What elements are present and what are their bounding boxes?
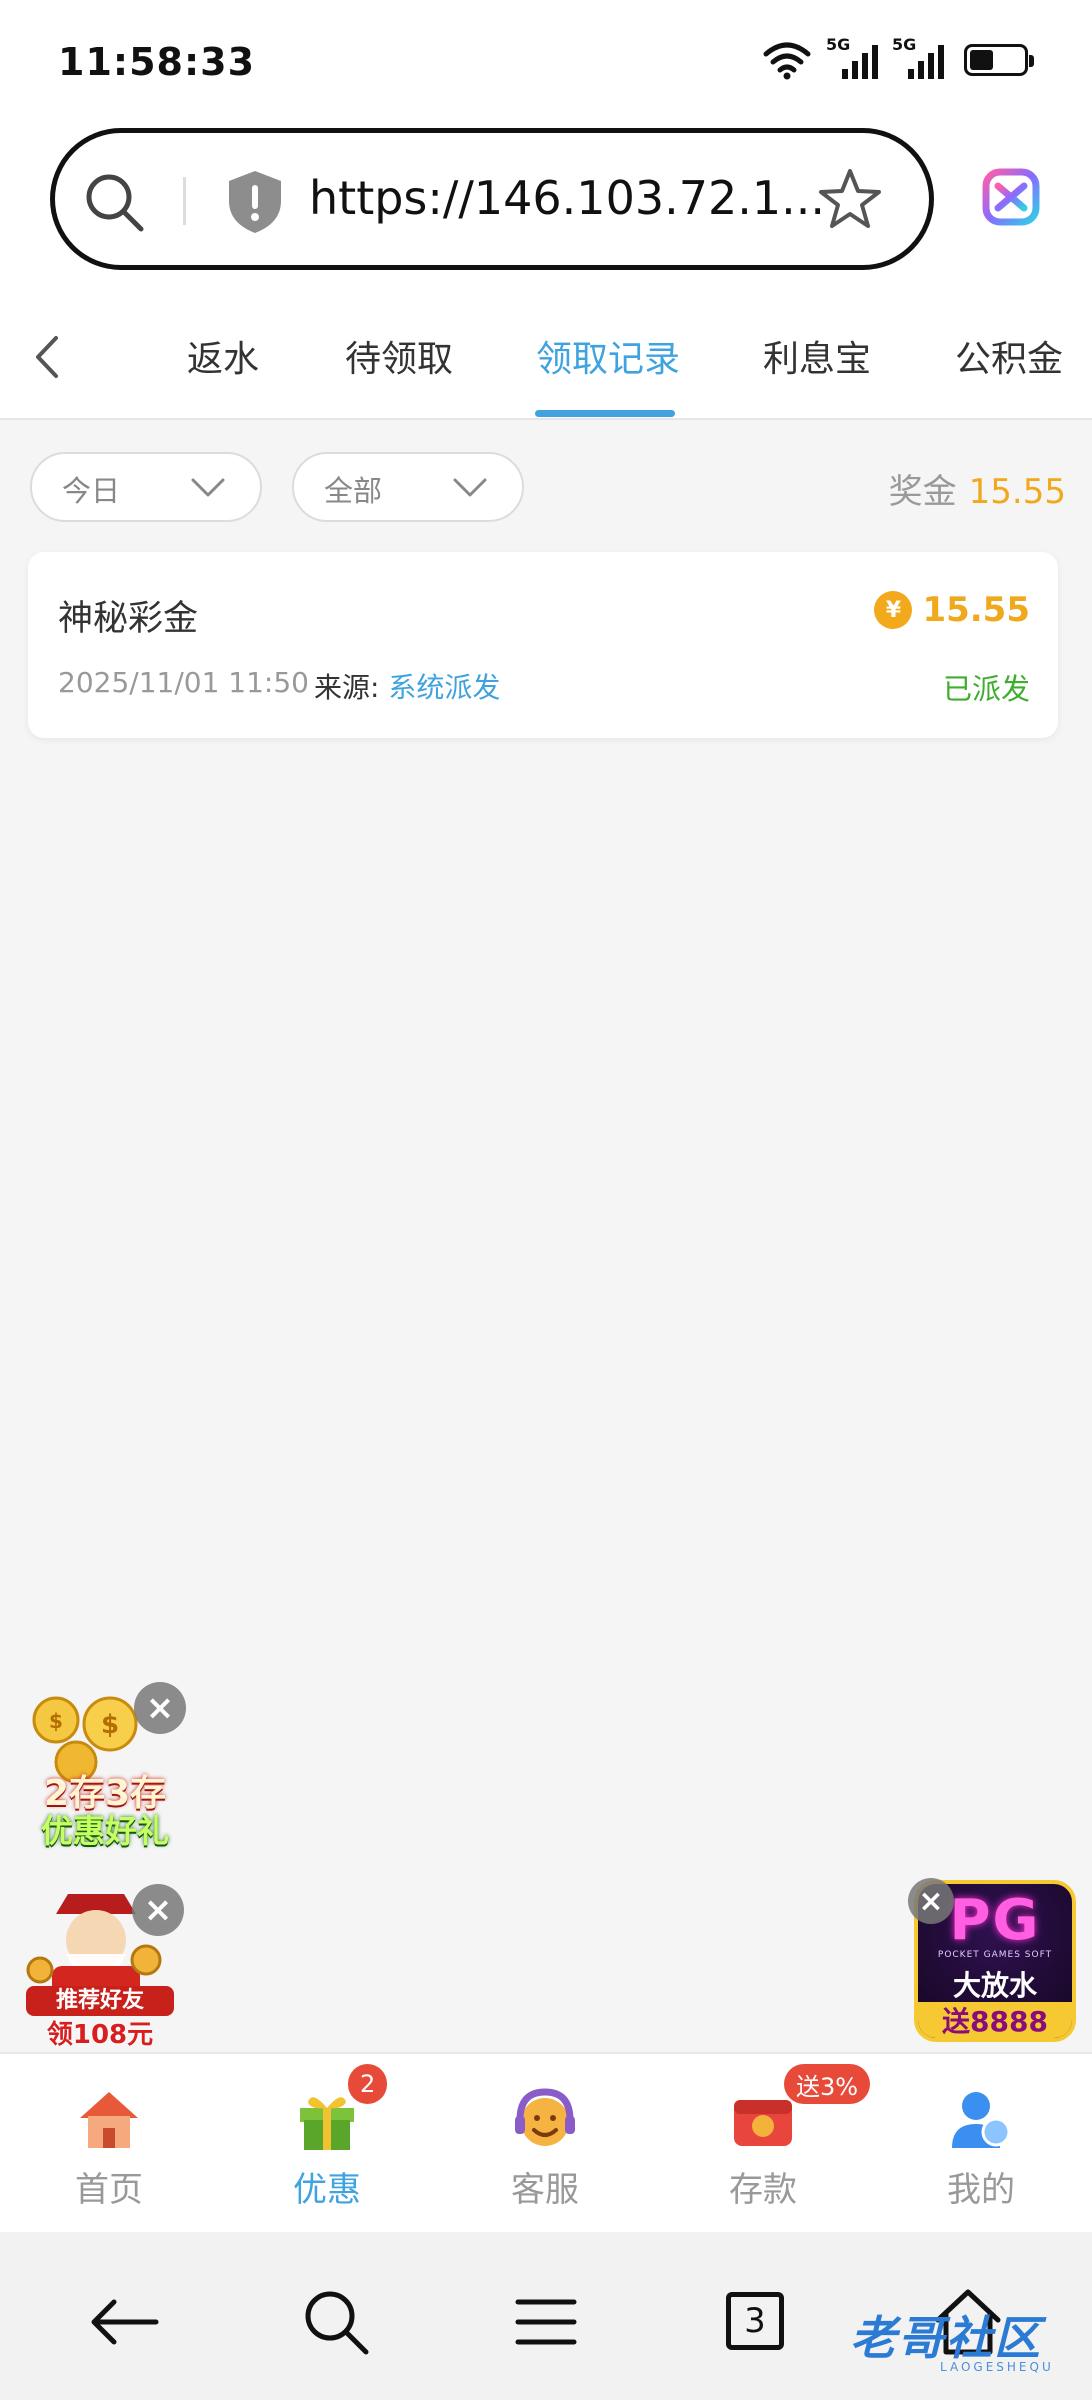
support-icon [515,2088,575,2146]
status-bar: 11:58:33 5G 5G [0,0,1092,120]
promo1-line2: 优惠好礼 [40,1812,169,1850]
address-bar[interactable]: https://146.103.72.1... [50,128,934,270]
chevron-down-icon [191,478,225,497]
record-source: 来源: 系统派发 [314,666,500,706]
record-source-value: 系统派发 [388,671,501,704]
record-status: 已派发 [942,672,1030,706]
promotions-badge: 2 [348,2064,388,2104]
promo1-close-button[interactable]: × [134,1682,186,1734]
pg-small-text: POCKET GAMES SOFT [937,1950,1053,1960]
bottom-nav: 首页 2 优惠 客服 送3% 存款 我的 [0,2052,1092,2232]
nav-home[interactable]: 首页 [0,2054,218,2234]
watermark-subtext: LAOGESHEQU [940,2360,1054,2374]
nav-home-label: 首页 [75,2170,143,2210]
browser-logo-icon[interactable] [980,166,1042,228]
browser-toolbar: https://146.103.72.1... [0,120,1092,290]
pg-line2: 送8888 [918,2002,1072,2038]
bonus-total: 奖金 15.55 [889,464,1066,513]
pg-line1: 大放水 [952,1969,1037,2002]
bonus-total-value: 15.55 [968,472,1066,512]
date-filter-value: 今日 [62,474,121,508]
status-icons: 5G 5G [762,35,1034,80]
tab-interest[interactable]: 利息宝 [763,330,871,382]
deposit-badge: 送3% [784,2064,871,2104]
referral-promo-float[interactable]: 推荐好友 领108元 × [16,1874,184,2050]
type-filter-dropdown[interactable]: 全部 [292,452,524,522]
record-date: 2025/11/01 11:50 [58,666,309,699]
shield-icon[interactable] [225,169,285,235]
watermark-text: 老哥社区 [850,2311,1042,2365]
address-divider [183,177,186,225]
back-chevron-icon[interactable] [28,332,68,382]
record-card[interactable]: 神秘彩金 ¥ 15.55 2025/11/01 11:50 来源: 系统派发 已… [28,552,1058,738]
system-nav-bar: 3 老哥社区 LAOGESHEQU [0,2232,1092,2400]
bonus-total-label: 奖金 [888,472,957,512]
active-tab-indicator [535,410,675,417]
record-title: 神秘彩金 [58,599,199,639]
url-text[interactable]: https://146.103.72.1... [309,171,825,225]
tab-count: 3 [726,2292,784,2350]
promo2-close-button[interactable]: × [132,1884,184,1936]
promo2-line1: 推荐好友 [26,1986,174,2016]
record-source-label: 来源: [314,671,380,704]
nav-promotions-label: 优惠 [293,2170,361,2210]
battery-icon [964,44,1034,76]
coin-icon: ¥ [874,591,913,629]
user-icon [952,2092,1011,2148]
promo2-line2: 领108元 [46,2020,154,2050]
signal-2-icon: 5G [892,35,944,79]
tab-pending[interactable]: 待领取 [345,330,453,382]
record-amount-value: 15.55 [922,590,1030,630]
star-icon[interactable] [817,167,883,233]
status-time: 11:58:33 [58,40,256,84]
nav-support[interactable]: 客服 [436,2054,654,2234]
signal-1-icon: 5G [826,35,878,79]
date-filter-dropdown[interactable]: 今日 [30,452,262,522]
svg-text:$: $ [101,1710,119,1740]
search-icon[interactable] [83,171,147,235]
search-icon[interactable] [296,2282,376,2362]
nav-deposit-label: 存款 [729,2170,797,2210]
tab-claim-records[interactable]: 领取记录 [536,330,680,382]
tabs-button[interactable]: 3 [716,2282,796,2362]
tab-bar: 返水 待领取 领取记录 利息宝 公积金 [0,290,1092,420]
pg-promo-close-button[interactable]: × [908,1878,954,1924]
nav-profile[interactable]: 我的 [872,2054,1090,2234]
nav-support-label: 客服 [511,2170,579,2210]
menu-icon[interactable] [506,2282,586,2362]
nav-promotions[interactable]: 2 优惠 [218,2054,436,2234]
wifi-icon [763,42,811,80]
record-amount: ¥ 15.55 [874,590,1030,630]
svg-text:$: $ [49,1709,63,1733]
type-filter-value: 全部 [324,474,383,508]
chevron-down-icon [453,478,487,497]
home-icon [80,2092,138,2148]
deposit-promo-float[interactable]: $ $ 2存3存 优惠好礼 × [18,1682,190,1850]
tab-provident-fund[interactable]: 公积金 [955,330,1063,382]
nav-deposit[interactable]: 送3% 存款 [654,2054,872,2234]
back-arrow-icon[interactable] [86,2282,166,2362]
tab-rebate[interactable]: 返水 [187,330,259,382]
nav-profile-label: 我的 [947,2170,1015,2210]
